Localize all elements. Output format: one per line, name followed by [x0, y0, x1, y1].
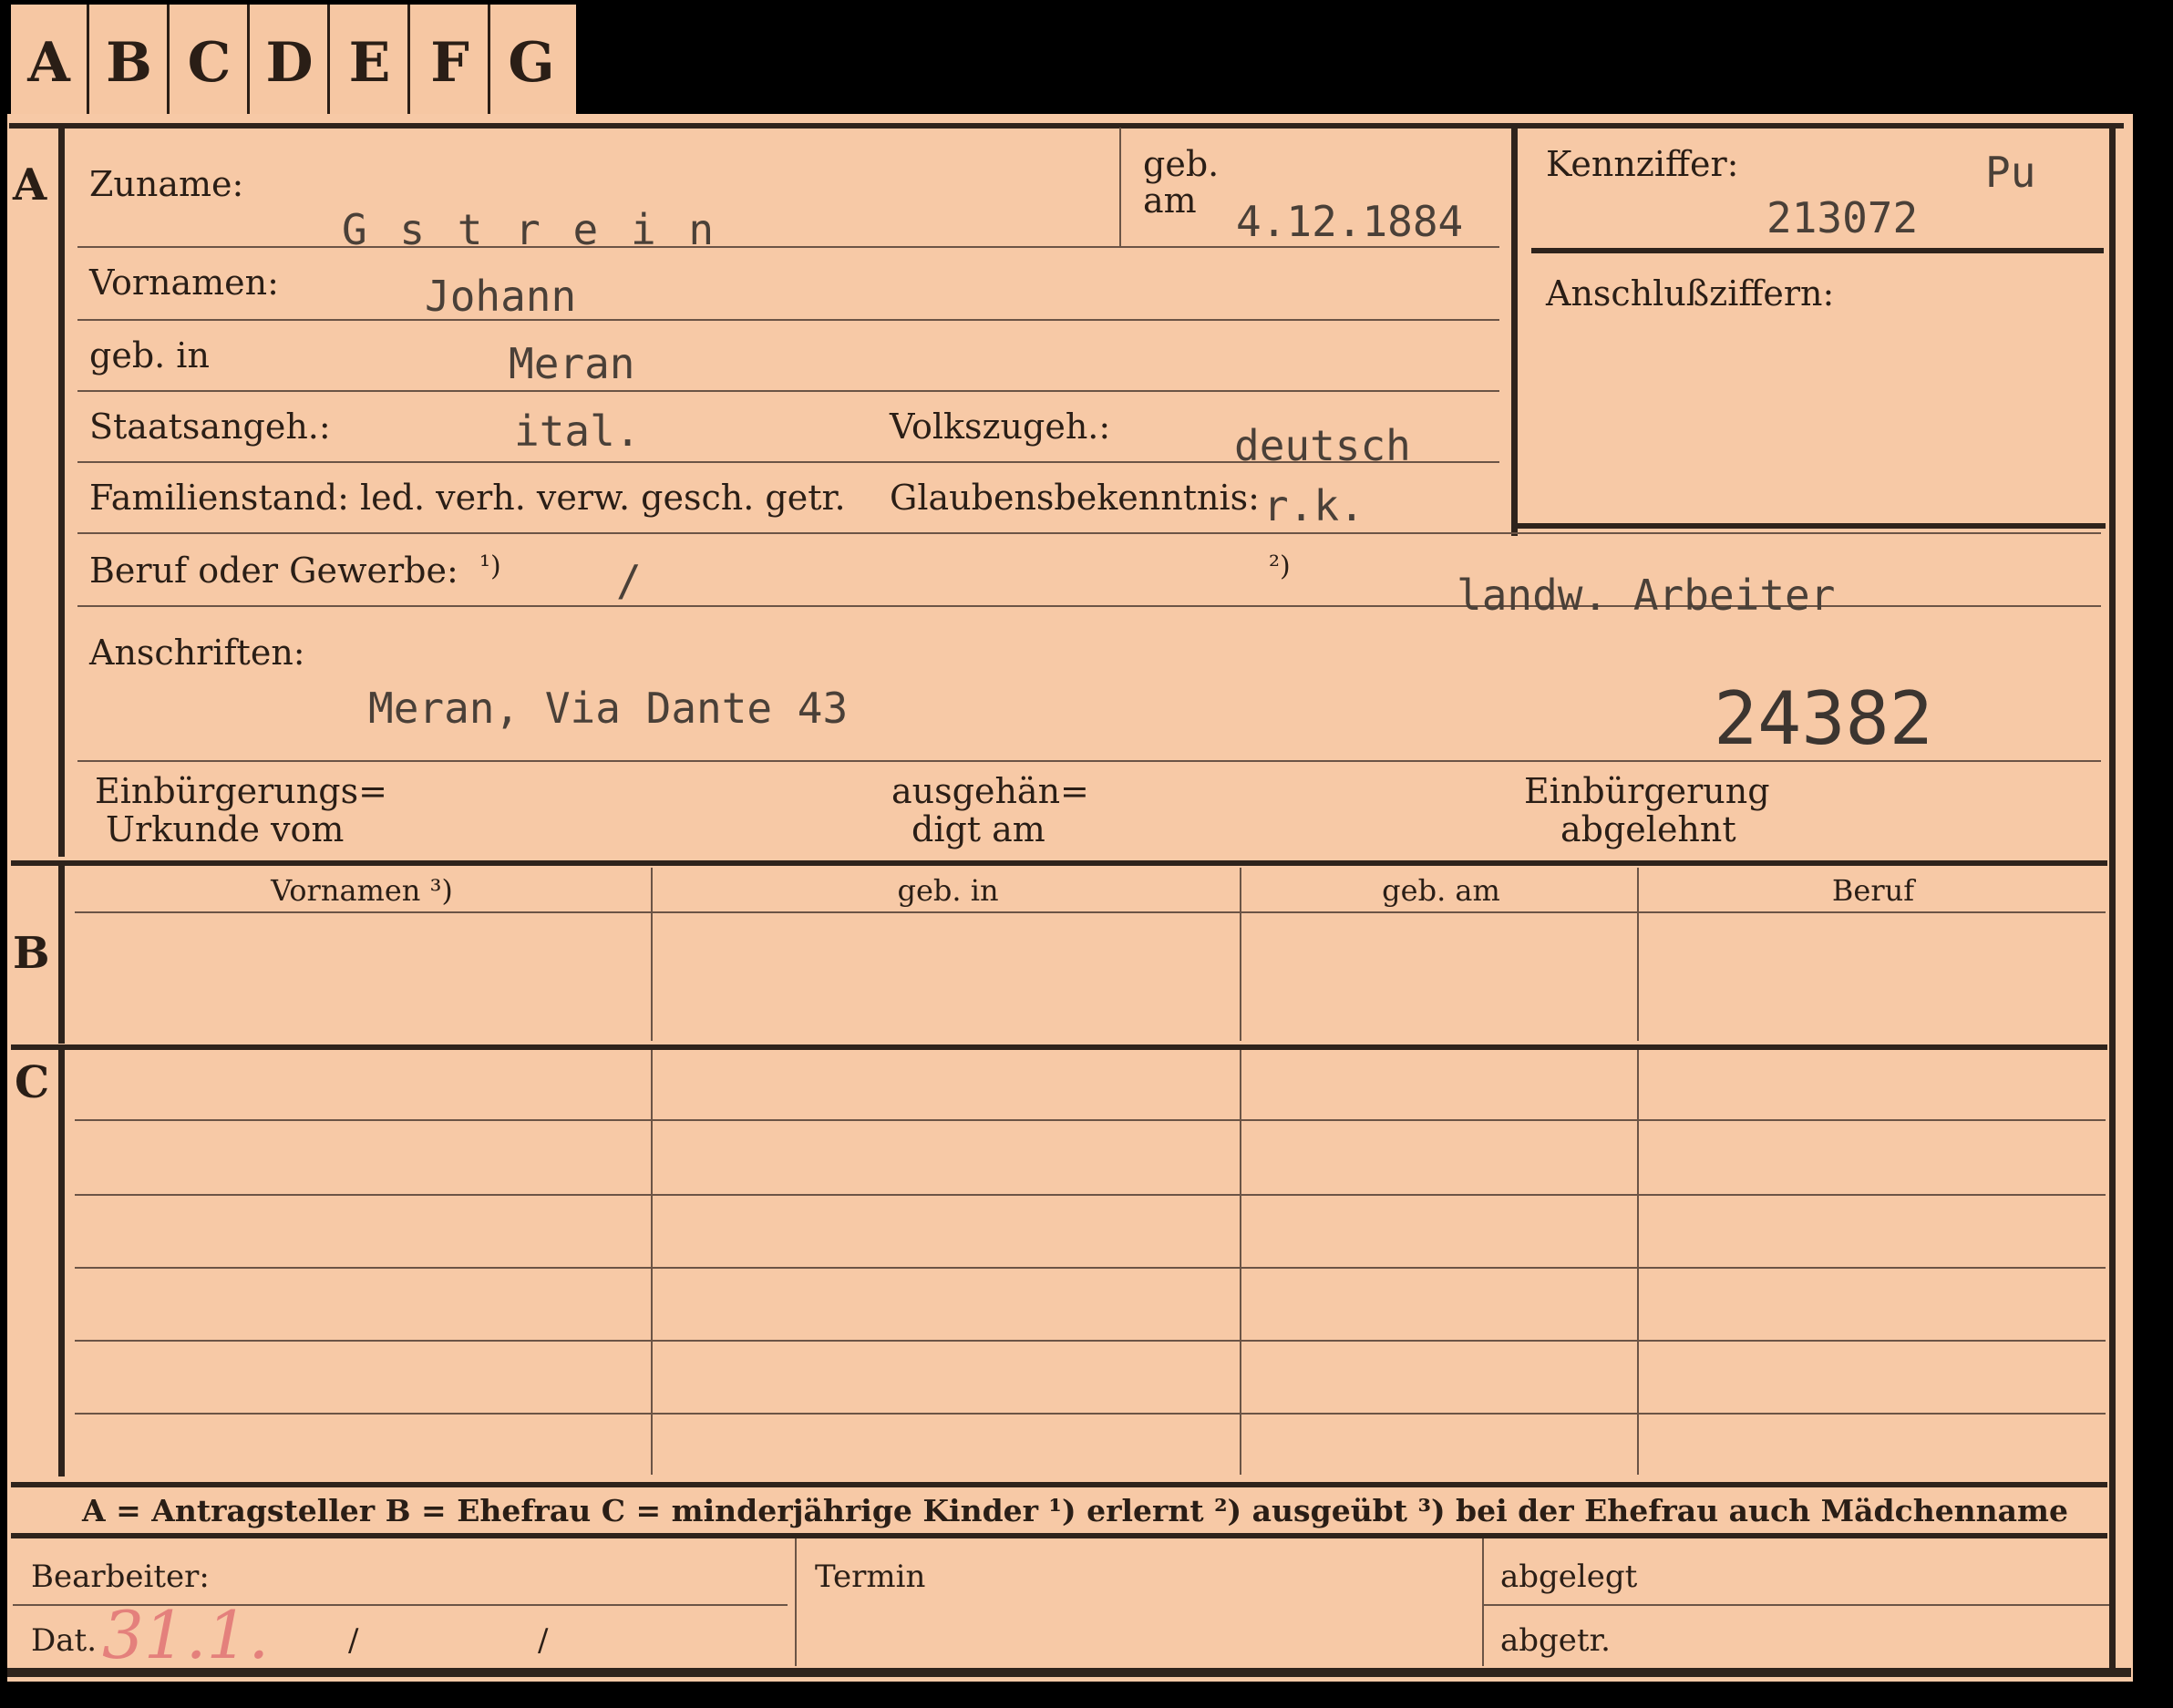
row-line [75, 1194, 2106, 1196]
dat-slash-2: / [538, 1622, 549, 1659]
section-a-bottom [11, 860, 2107, 866]
volkszugeh-value: deutsch [1234, 421, 1411, 470]
row-line [1484, 1604, 2109, 1606]
kennziffer-box-left [1511, 126, 1518, 536]
letter-tab-strip: A B C D E F G [11, 5, 576, 121]
col-line [1637, 1050, 1639, 1475]
tab-g[interactable]: G [492, 5, 571, 121]
beruf-label: Beruf oder Gewerbe: [89, 550, 458, 591]
stamp-number: 24382 [1714, 676, 1933, 761]
col-line [651, 868, 653, 1041]
termin-label: Termin [815, 1559, 926, 1595]
beruf-footnote-2: ²) [1269, 550, 1291, 582]
geb-am-label-1: geb. [1143, 144, 1220, 184]
geb-am-label-2: am [1143, 180, 1197, 221]
abgelehnt-label-1: Einbürgerung [1524, 771, 1770, 811]
left-rule-b [58, 866, 65, 1044]
kennziffer-box-bottom [1513, 523, 2106, 529]
legend-bottom [11, 1533, 2107, 1538]
section-b-bottom [11, 1044, 2107, 1050]
row-line [77, 319, 1499, 321]
dat-label: Dat. [31, 1622, 98, 1659]
row-line [77, 532, 2101, 534]
table-header-geb-in: geb. in [897, 873, 999, 908]
einbuergerungs-label-1: Einbürgerungs= [95, 771, 387, 811]
tab-e[interactable]: E [332, 5, 410, 121]
anschlussziffern-label: Anschlußziffern: [1546, 273, 1835, 314]
col-line [1119, 128, 1121, 246]
row-line [75, 911, 2106, 913]
left-rule-c [58, 1048, 65, 1476]
kennziffer-number: 213072 [1766, 193, 1919, 242]
geb-in-label: geb. in [89, 335, 210, 376]
anschrift-value: Meran, Via Dante 43 [368, 684, 849, 733]
einbuergerungs-label-2: Urkunde vom [106, 809, 345, 849]
geb-am-value: 4.12.1884 [1236, 197, 1464, 246]
volkszugeh-label: Volkszugeh.: [890, 406, 1111, 447]
table-header-beruf: Beruf [1831, 873, 1915, 908]
row-line [77, 246, 1499, 248]
abgelehnt-label-2: abgelehnt [1560, 809, 1736, 849]
table-header-geb-am: geb. am [1382, 873, 1500, 908]
section-c-bottom [11, 1482, 2107, 1487]
vornamen-label: Vornamen: [89, 262, 279, 303]
bearbeiter-label: Bearbeiter: [31, 1559, 210, 1595]
top-rule [9, 123, 2124, 129]
zuname-label: Zuname: [89, 164, 244, 204]
ausgehaen-label-1: ausgehän= [891, 771, 1089, 811]
glaubensbekenntnis-label: Glaubensbekenntnis: [890, 478, 1260, 518]
col-line [651, 1050, 653, 1475]
tab-a[interactable]: A [11, 5, 89, 121]
familienstand-label: Familienstand: led. verh. verw. gesch. g… [89, 478, 846, 518]
kennziffer-divider [1531, 248, 2104, 253]
beruf-footnote-1: ¹) [479, 550, 501, 582]
left-rule-a [58, 128, 65, 857]
tab-d[interactable]: D [252, 5, 330, 121]
staatsangeh-value: ital. [514, 406, 641, 456]
kennziffer-label: Kennziffer: [1546, 144, 1739, 184]
tab-b[interactable]: B [91, 5, 170, 121]
row-line [77, 390, 1499, 392]
abgetr-label: abgetr. [1500, 1622, 1611, 1659]
beruf-value-2: landw. Arbeiter [1457, 571, 1836, 620]
tab-f[interactable]: F [412, 5, 490, 121]
card-bottom-rule [7, 1668, 2131, 1677]
row-marker-a: A [13, 159, 47, 211]
col-line [1240, 868, 1241, 1041]
zuname-value: G s t r e i n [342, 205, 718, 254]
anschriften-label: Anschriften: [89, 633, 305, 673]
staatsangeh-label: Staatsangeh.: [89, 406, 331, 447]
row-line [75, 1413, 2106, 1415]
dat-handwritten: 31.1. [102, 1597, 270, 1673]
row-line [75, 1340, 2106, 1342]
geb-in-value: Meran [509, 339, 635, 388]
right-rule [2109, 123, 2116, 1672]
row-marker-c: C [15, 1057, 50, 1108]
kennziffer-code: Pu [1985, 148, 2036, 197]
row-line [75, 1267, 2106, 1269]
glaubensbekenntnis-value: r.k. [1263, 481, 1365, 530]
col-line [1637, 868, 1639, 1041]
row-marker-b: B [13, 928, 50, 979]
tab-c[interactable]: C [171, 5, 250, 121]
table-header-vornamen: Vornamen ³) [271, 873, 453, 908]
legend-text: A = Antragsteller B = Ehefrau C = minder… [82, 1493, 2068, 1528]
abgelegt-label: abgelegt [1500, 1559, 1638, 1595]
ausgehaen-label-2: digt am [911, 809, 1045, 849]
vornamen-value: Johann [425, 272, 577, 321]
col-line [1482, 1538, 1484, 1666]
col-line [1240, 1050, 1241, 1475]
col-line [795, 1538, 797, 1666]
dat-slash-1: / [348, 1622, 359, 1659]
row-line [75, 1119, 2106, 1121]
beruf-value-1: / [616, 556, 642, 605]
